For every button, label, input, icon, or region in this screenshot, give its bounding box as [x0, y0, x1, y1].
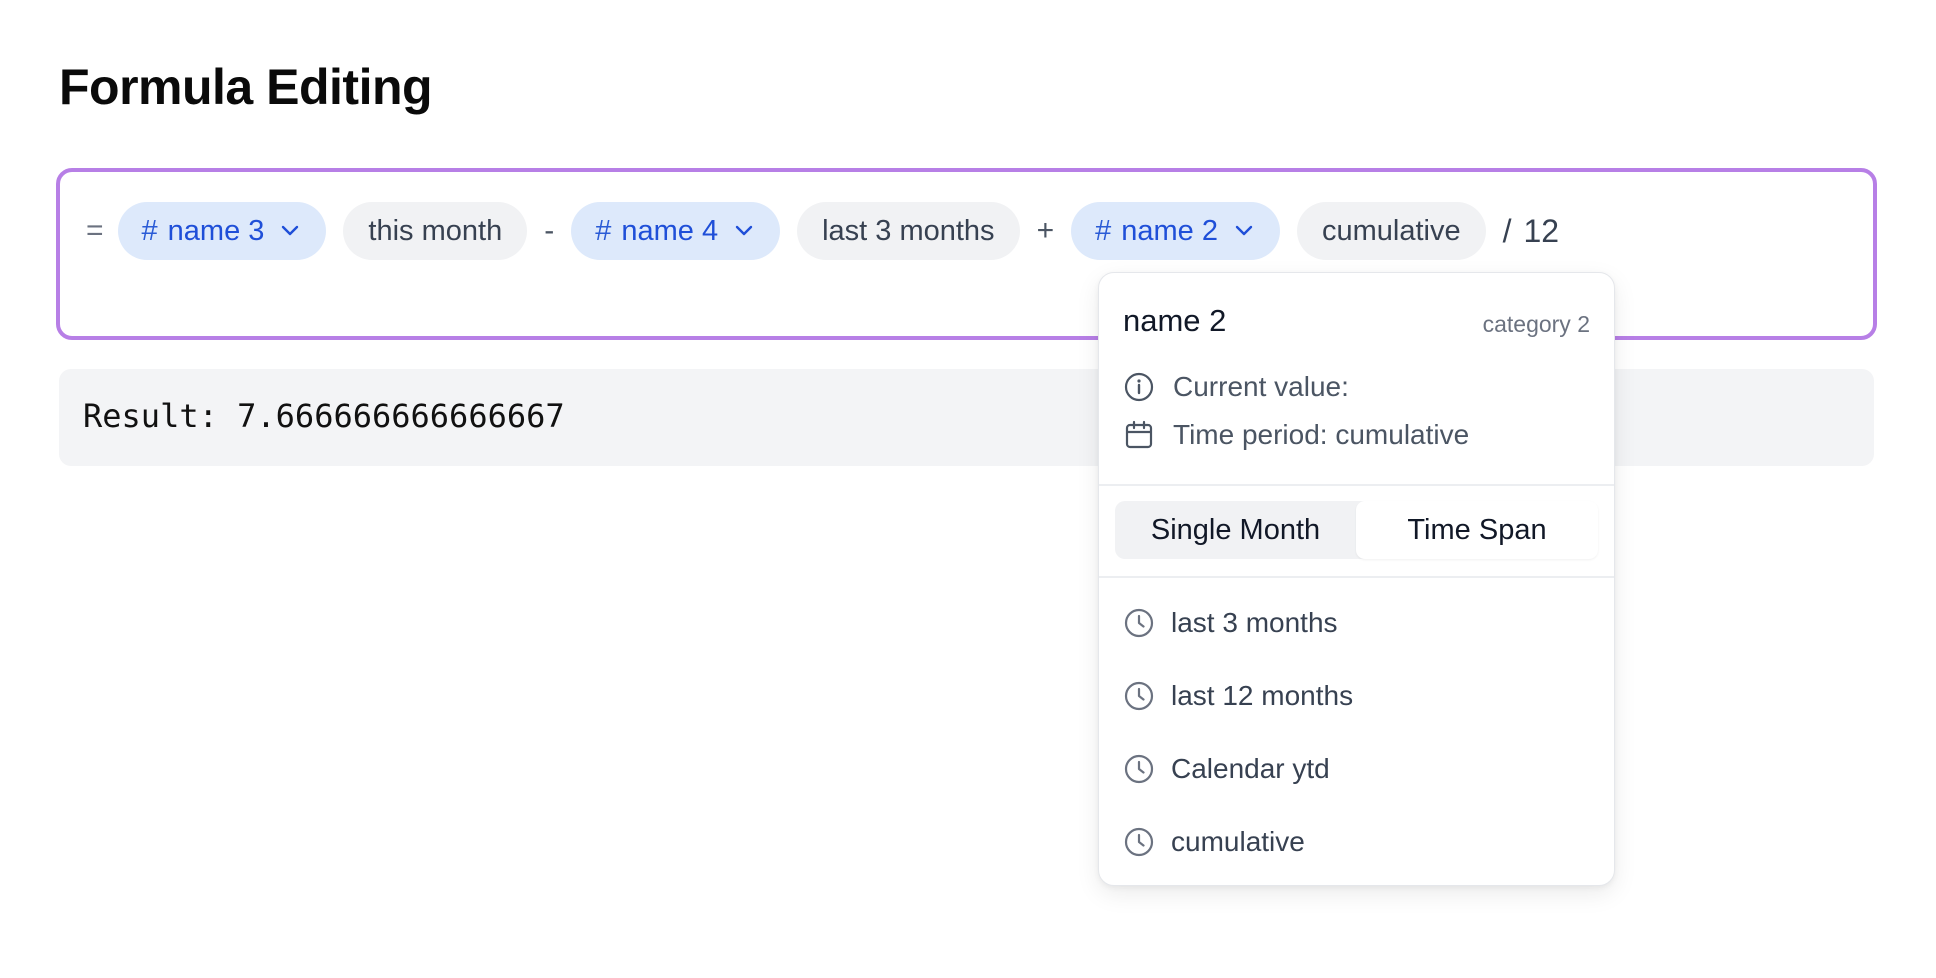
plus-operator: +	[1036, 214, 1055, 247]
time-mode-toggle: Single Month Time Span	[1115, 501, 1598, 559]
variable-chip-label: name 2	[1121, 214, 1218, 247]
page: Formula Editing = # name 3 this month - …	[0, 0, 1936, 978]
formula-row: = # name 3 this month - # name 4 last 3 …	[86, 202, 1559, 260]
equals-sign: =	[86, 214, 104, 247]
popover-header: name 2 category 2	[1123, 303, 1590, 343]
option-calendar-ytd[interactable]: Calendar ytd	[1123, 753, 1330, 785]
page-title: Formula Editing	[59, 59, 433, 115]
divider	[1099, 576, 1614, 578]
option-label: Calendar ytd	[1171, 753, 1330, 784]
time-chip-this-month[interactable]: this month	[343, 202, 528, 260]
variable-chip-name-4[interactable]: # name 4	[571, 202, 781, 260]
option-cumulative[interactable]: cumulative	[1123, 826, 1305, 858]
current-value-label: Current value:	[1173, 371, 1349, 402]
time-chip-cumulative[interactable]: cumulative	[1296, 202, 1486, 260]
hash-icon: #	[595, 214, 612, 247]
option-last-3-months[interactable]: last 3 months	[1123, 607, 1338, 639]
minus-operator: -	[544, 214, 555, 247]
time-chip-last-3-months[interactable]: last 3 months	[797, 202, 1020, 260]
option-label: last 3 months	[1171, 607, 1338, 638]
divider	[1099, 484, 1614, 486]
chevron-down-icon	[734, 224, 754, 238]
clock-icon	[1124, 681, 1154, 711]
chevron-down-icon	[280, 224, 300, 238]
option-label: cumulative	[1171, 826, 1305, 857]
hash-icon: #	[141, 214, 158, 247]
tab-time-span[interactable]: Time Span	[1356, 501, 1598, 559]
variable-chip-label: name 4	[621, 214, 719, 247]
option-last-12-months[interactable]: last 12 months	[1123, 680, 1353, 712]
chevron-down-icon	[1234, 224, 1254, 238]
time-period-label: Time period: cumulative	[1173, 419, 1470, 450]
calendar-icon	[1125, 420, 1153, 449]
variable-popover: name 2 category 2 Current value: Time pe…	[1098, 272, 1615, 886]
result-text: Result: 7.666666666666667	[83, 397, 565, 435]
popover-variable-name: name 2	[1123, 303, 1227, 338]
time-period-row: Time period: cumulative	[1123, 419, 1469, 451]
number-literal[interactable]: 12	[1523, 213, 1559, 250]
clock-icon	[1124, 608, 1154, 638]
divide-operator: /	[1502, 212, 1512, 249]
tab-single-month[interactable]: Single Month	[1115, 501, 1356, 559]
variable-chip-name-2[interactable]: # name 2	[1071, 202, 1280, 260]
info-icon	[1124, 372, 1154, 402]
hash-icon: #	[1095, 214, 1112, 247]
variable-chip-label: name 3	[167, 214, 265, 247]
current-value-row: Current value:	[1123, 371, 1349, 403]
option-label: last 12 months	[1171, 680, 1354, 711]
clock-icon	[1124, 827, 1154, 857]
clock-icon	[1124, 754, 1154, 784]
popover-category: category 2	[1482, 311, 1590, 337]
variable-chip-name-3[interactable]: # name 3	[117, 202, 327, 260]
